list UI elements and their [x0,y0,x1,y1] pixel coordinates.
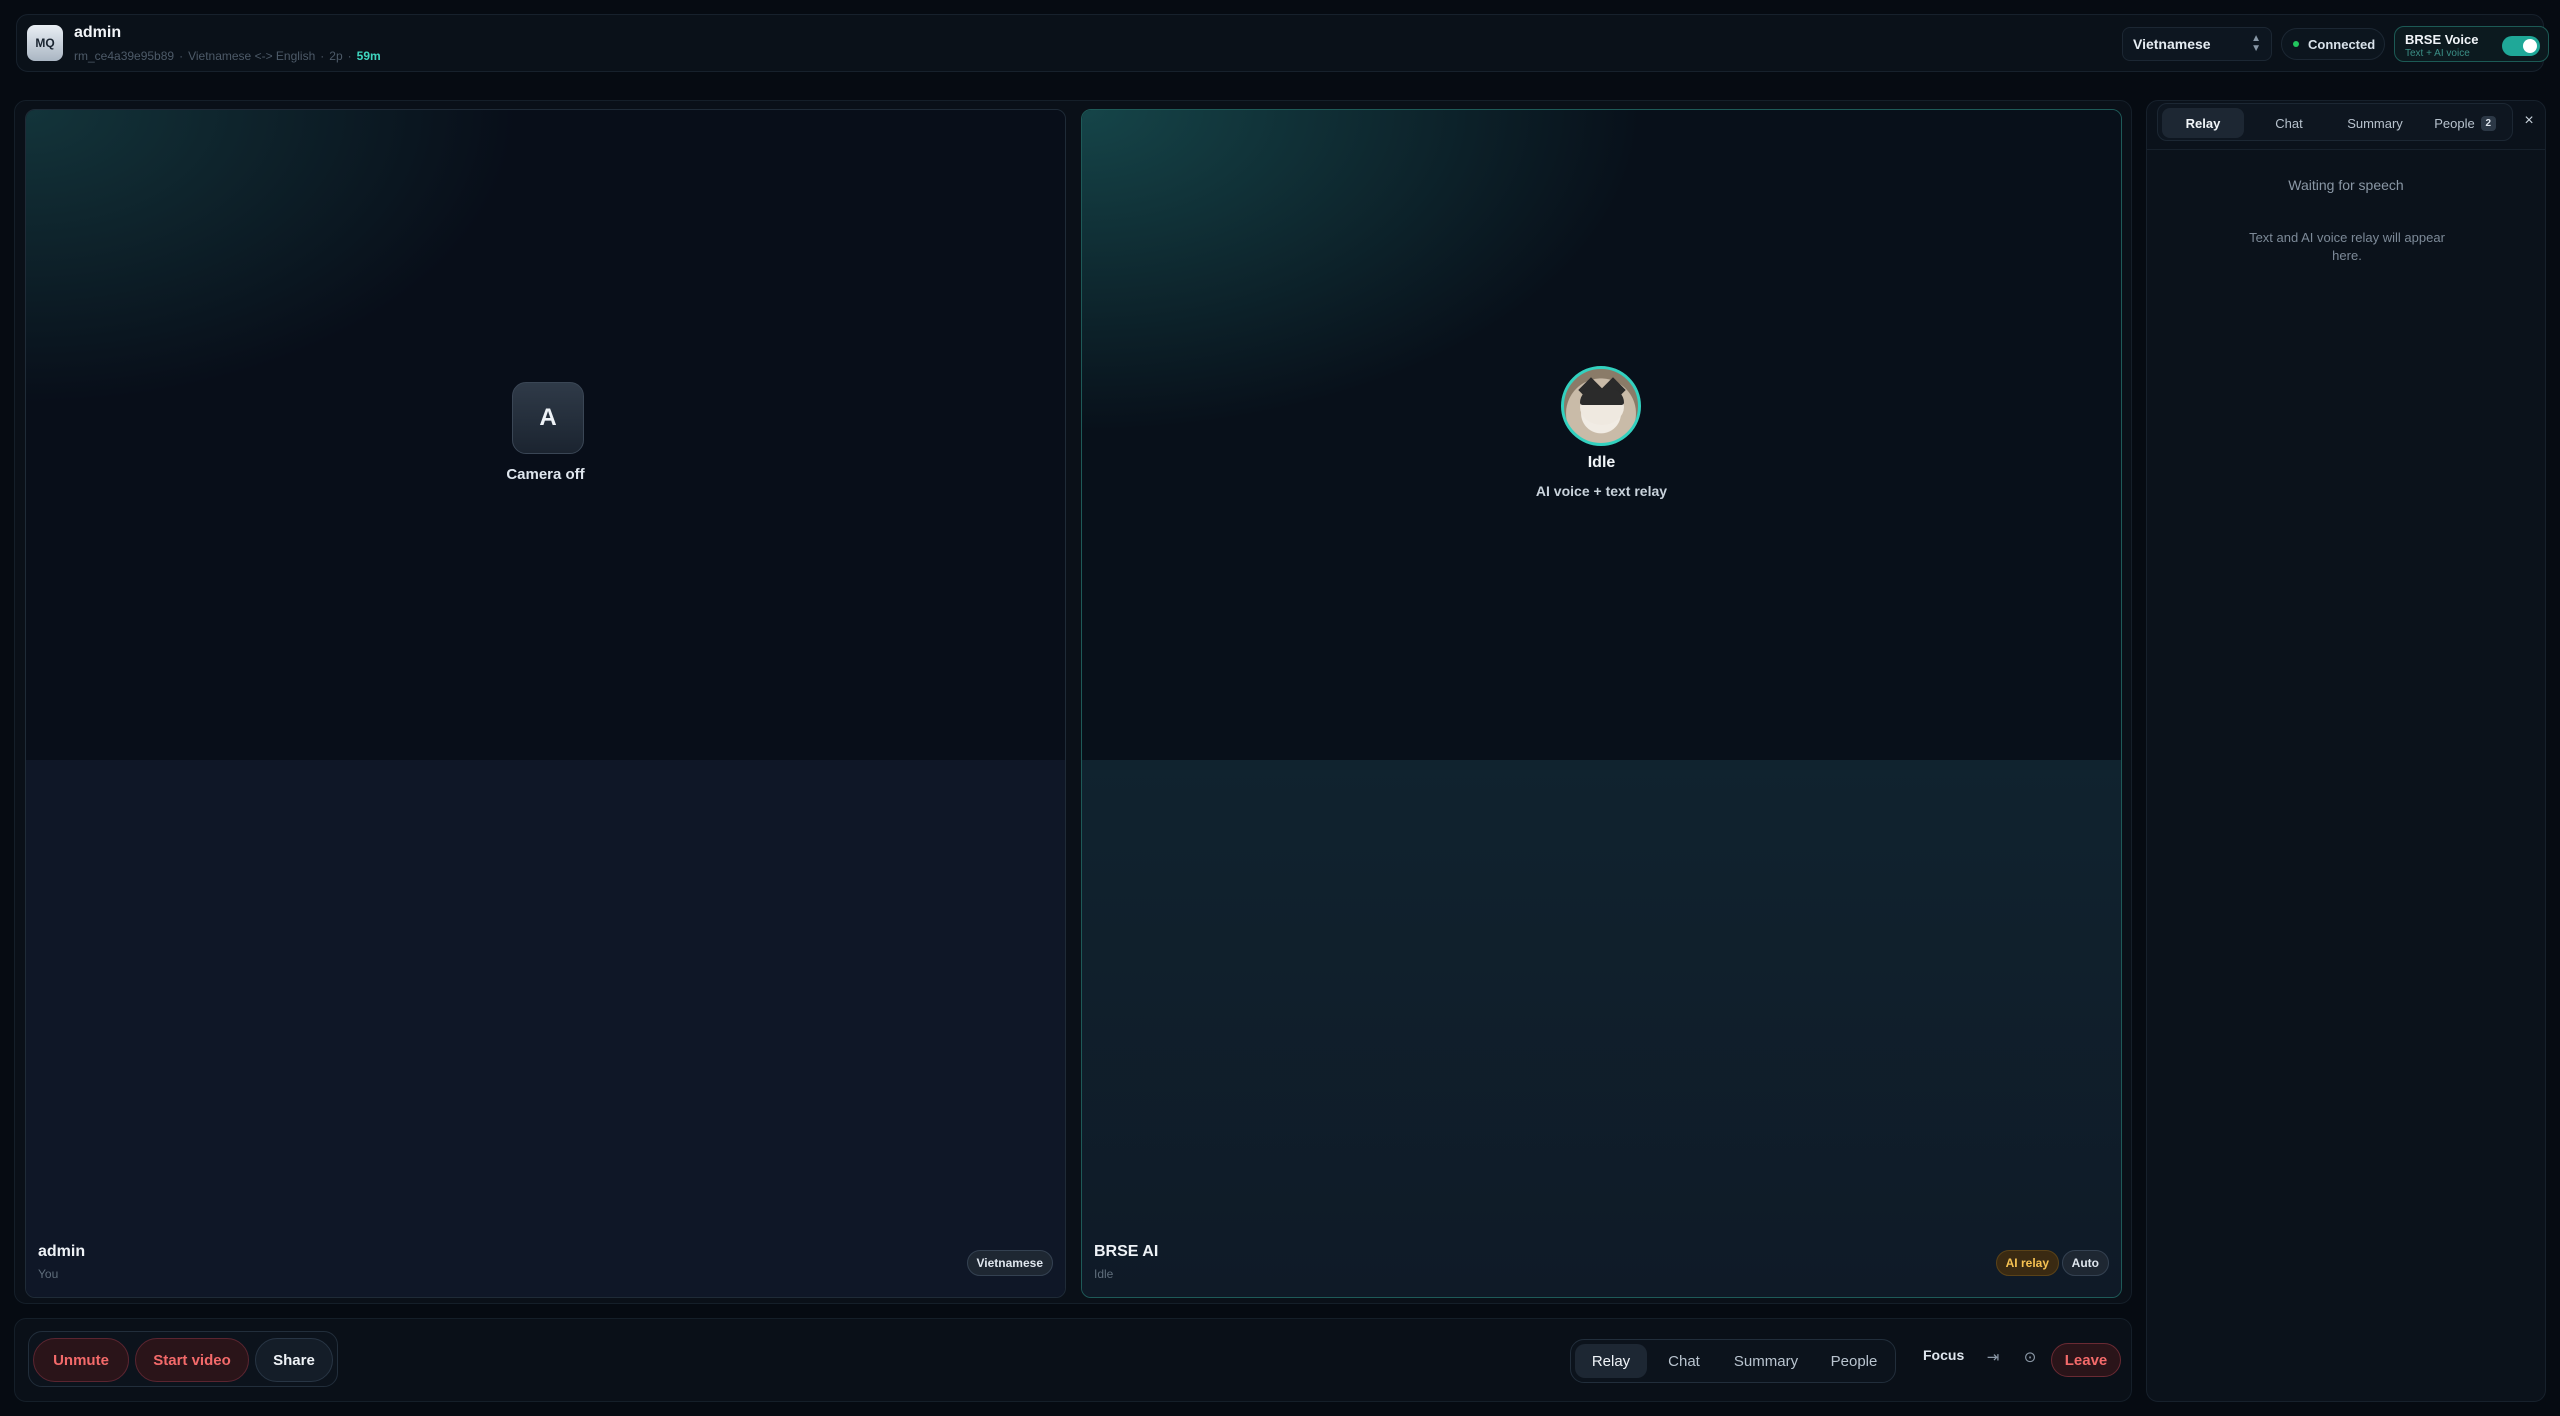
participant-tile-admin[interactable]: A Camera off admin You Vietnamese [25,109,1066,1298]
room-id: rm_ce4a39e95b89 [74,49,175,63]
camera-status: Camera off [506,466,585,483]
nav-relay[interactable]: Relay [1575,1344,1647,1378]
ai-relay-badge: AI relay [1995,1250,2059,1276]
unmute-button[interactable]: Unmute [33,1338,129,1382]
settings-icon[interactable]: ⊙ [2016,1343,2044,1371]
app-logo: MQ [27,25,63,61]
participant-tile-brse-ai[interactable]: Idle AI voice + text relay BRSE AI Idle … [1081,109,2122,1298]
start-video-button[interactable]: Start video [135,1338,249,1382]
share-button[interactable]: Share [255,1338,333,1382]
participant-subtitle: Idle [1094,1267,1114,1281]
tile-lower [26,760,1065,1297]
focus-button[interactable]: Focus [1923,1347,1964,1363]
nav-people[interactable]: People [1815,1344,1893,1378]
participant-name: admin [38,1243,86,1260]
room-meta: rm_ce4a39e95b89 · Vietnamese <-> English · 2… [74,49,381,63]
updown-chevron-icon: ▲ ▼ [2251,33,2261,54]
dock-panel-icon[interactable]: ⇥ [1979,1343,2007,1371]
people-count-badge: 2 [2480,115,2496,131]
ai-avatar [1561,366,1641,446]
tab-chat[interactable]: Chat [2248,108,2330,138]
video-stage: A Camera off admin You Vietnamese Idle A… [14,100,2132,1304]
tile-lower [1082,760,2121,1297]
voice-subtitle: Text + AI voice [2405,48,2470,59]
panel-nav: Relay Chat Summary People [1570,1339,1896,1383]
brse-voice-control[interactable]: BRSE Voice Text + AI voice [2394,26,2549,62]
status-dot-icon [2293,41,2299,47]
control-bar: Unmute Start video Share Relay Chat Summ… [14,1318,2132,1402]
leave-button[interactable]: Leave [2051,1343,2121,1377]
language-select-value: Vietnamese [2133,36,2211,52]
voice-toggle[interactable] [2502,36,2540,56]
connection-label: Connected [2308,36,2376,52]
ai-mode-description: AI voice + text relay [1535,483,1668,499]
avatar: A [512,382,584,454]
empty-state-description: Text and AI voice relay will appear here… [2249,230,2445,263]
language-badge: Vietnamese [966,1250,1053,1276]
top-header: MQ admin rm_ce4a39e95b89 · Vietnamese <-> … [16,14,2549,72]
media-controls: Unmute Start video Share [28,1331,338,1387]
voice-title: BRSE Voice [2405,32,2479,47]
nav-chat[interactable]: Chat [1651,1344,1717,1378]
tab-relay[interactable]: Relay [2162,108,2244,138]
cat-head [1580,389,1624,405]
tab-summary[interactable]: Summary [2334,108,2416,138]
panel-tabs: Relay Chat Summary People 2 [2157,103,2513,141]
room-title: admin [74,24,122,41]
participant-subtitle: You [38,1267,59,1281]
connection-status: Connected [2281,28,2385,60]
language-select[interactable]: Vietnamese ▲ ▼ [2122,27,2272,61]
auto-badge: Auto [2061,1250,2109,1276]
toggle-knob [2523,39,2537,53]
close-icon[interactable]: × [2517,109,2541,133]
tab-people[interactable]: People 2 [2420,108,2510,138]
tab-people-label: People [2434,115,2475,131]
side-panel: Relay Chat Summary People 2 × Waiting fo… [2146,100,2546,1402]
participant-name: BRSE AI [1094,1243,1159,1260]
call-timer: 59m [356,49,381,63]
nav-summary[interactable]: Summary [1721,1344,1811,1378]
language-pair: Vietnamese <-> English [188,49,316,63]
participant-count: 2p [329,49,343,63]
panel-divider [2147,149,2545,150]
empty-state-title: Waiting for speech [2288,177,2404,193]
ai-status: Idle [1587,454,1616,471]
